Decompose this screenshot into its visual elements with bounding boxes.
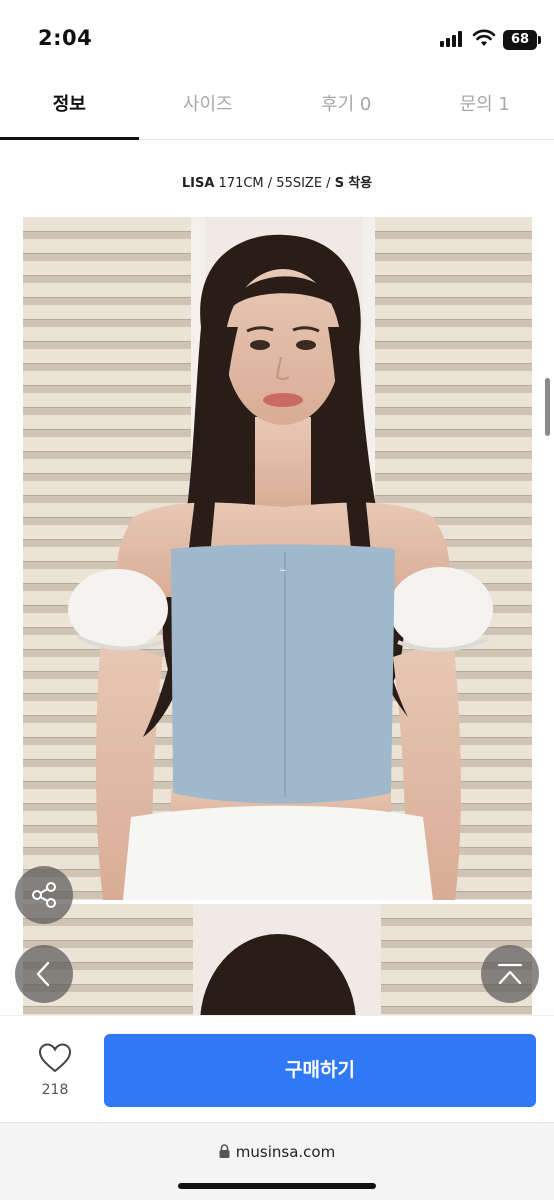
url-display: musinsa.com [0, 1143, 554, 1161]
tab-size-label: 사이즈 [182, 94, 233, 115]
tab-info[interactable]: 정보 [0, 80, 139, 140]
buy-button[interactable]: 구매하기 [104, 1034, 536, 1107]
tab-info-label: 정보 [52, 94, 86, 115]
tab-inquiries[interactable]: 문의 1 [416, 80, 554, 139]
product-tabs: 정보 사이즈 후기 0 문의 1 [0, 80, 554, 140]
signal-icon [440, 31, 466, 47]
photo-2-illustration [23, 904, 532, 1024]
back-arrow-icon [36, 961, 50, 987]
wifi-icon [472, 29, 496, 46]
like-count: 218 [41, 1082, 69, 1098]
model-wear-size: S [334, 176, 345, 191]
status-time: 2:04 [38, 26, 93, 50]
model-illustration: ~ [23, 217, 532, 900]
model-name: LISA [181, 176, 215, 191]
model-wear-suffix: 착용 [348, 176, 373, 191]
battery-level: 68 [510, 32, 530, 47]
tab-size[interactable]: 사이즈 [139, 80, 278, 139]
svg-text:~: ~ [279, 566, 287, 576]
like-button[interactable]: 218 [22, 1042, 88, 1098]
back-button[interactable] [15, 945, 73, 1003]
url-text: musinsa.com [235, 1143, 336, 1161]
tab-inquiries-label: 문의 1 [459, 94, 510, 115]
scroll-top-icon [497, 963, 523, 985]
share-button[interactable] [15, 866, 73, 924]
purchase-bar: 218 구매하기 [0, 1015, 554, 1122]
product-photo-2 [23, 904, 532, 1024]
tab-reviews[interactable]: 후기 0 [277, 80, 416, 139]
share-icon [32, 882, 56, 908]
tab-reviews-label: 후기 0 [321, 94, 372, 115]
status-bar: 2:04 68 [0, 0, 554, 80]
product-photo: ~ [23, 217, 532, 900]
model-info: LISA 171CM / 55SIZE / S 착용 [0, 172, 554, 191]
lock-icon [219, 1144, 230, 1158]
scroll-top-button[interactable] [481, 945, 539, 1003]
heart-icon [38, 1043, 72, 1073]
scrollbar-thumb[interactable] [545, 378, 550, 436]
home-indicator[interactable] [178, 1183, 376, 1189]
browser-url-bar[interactable]: musinsa.com [0, 1122, 554, 1200]
battery-icon: 68 [503, 30, 541, 50]
model-spec: 171CM / 55SIZE / [218, 176, 331, 191]
